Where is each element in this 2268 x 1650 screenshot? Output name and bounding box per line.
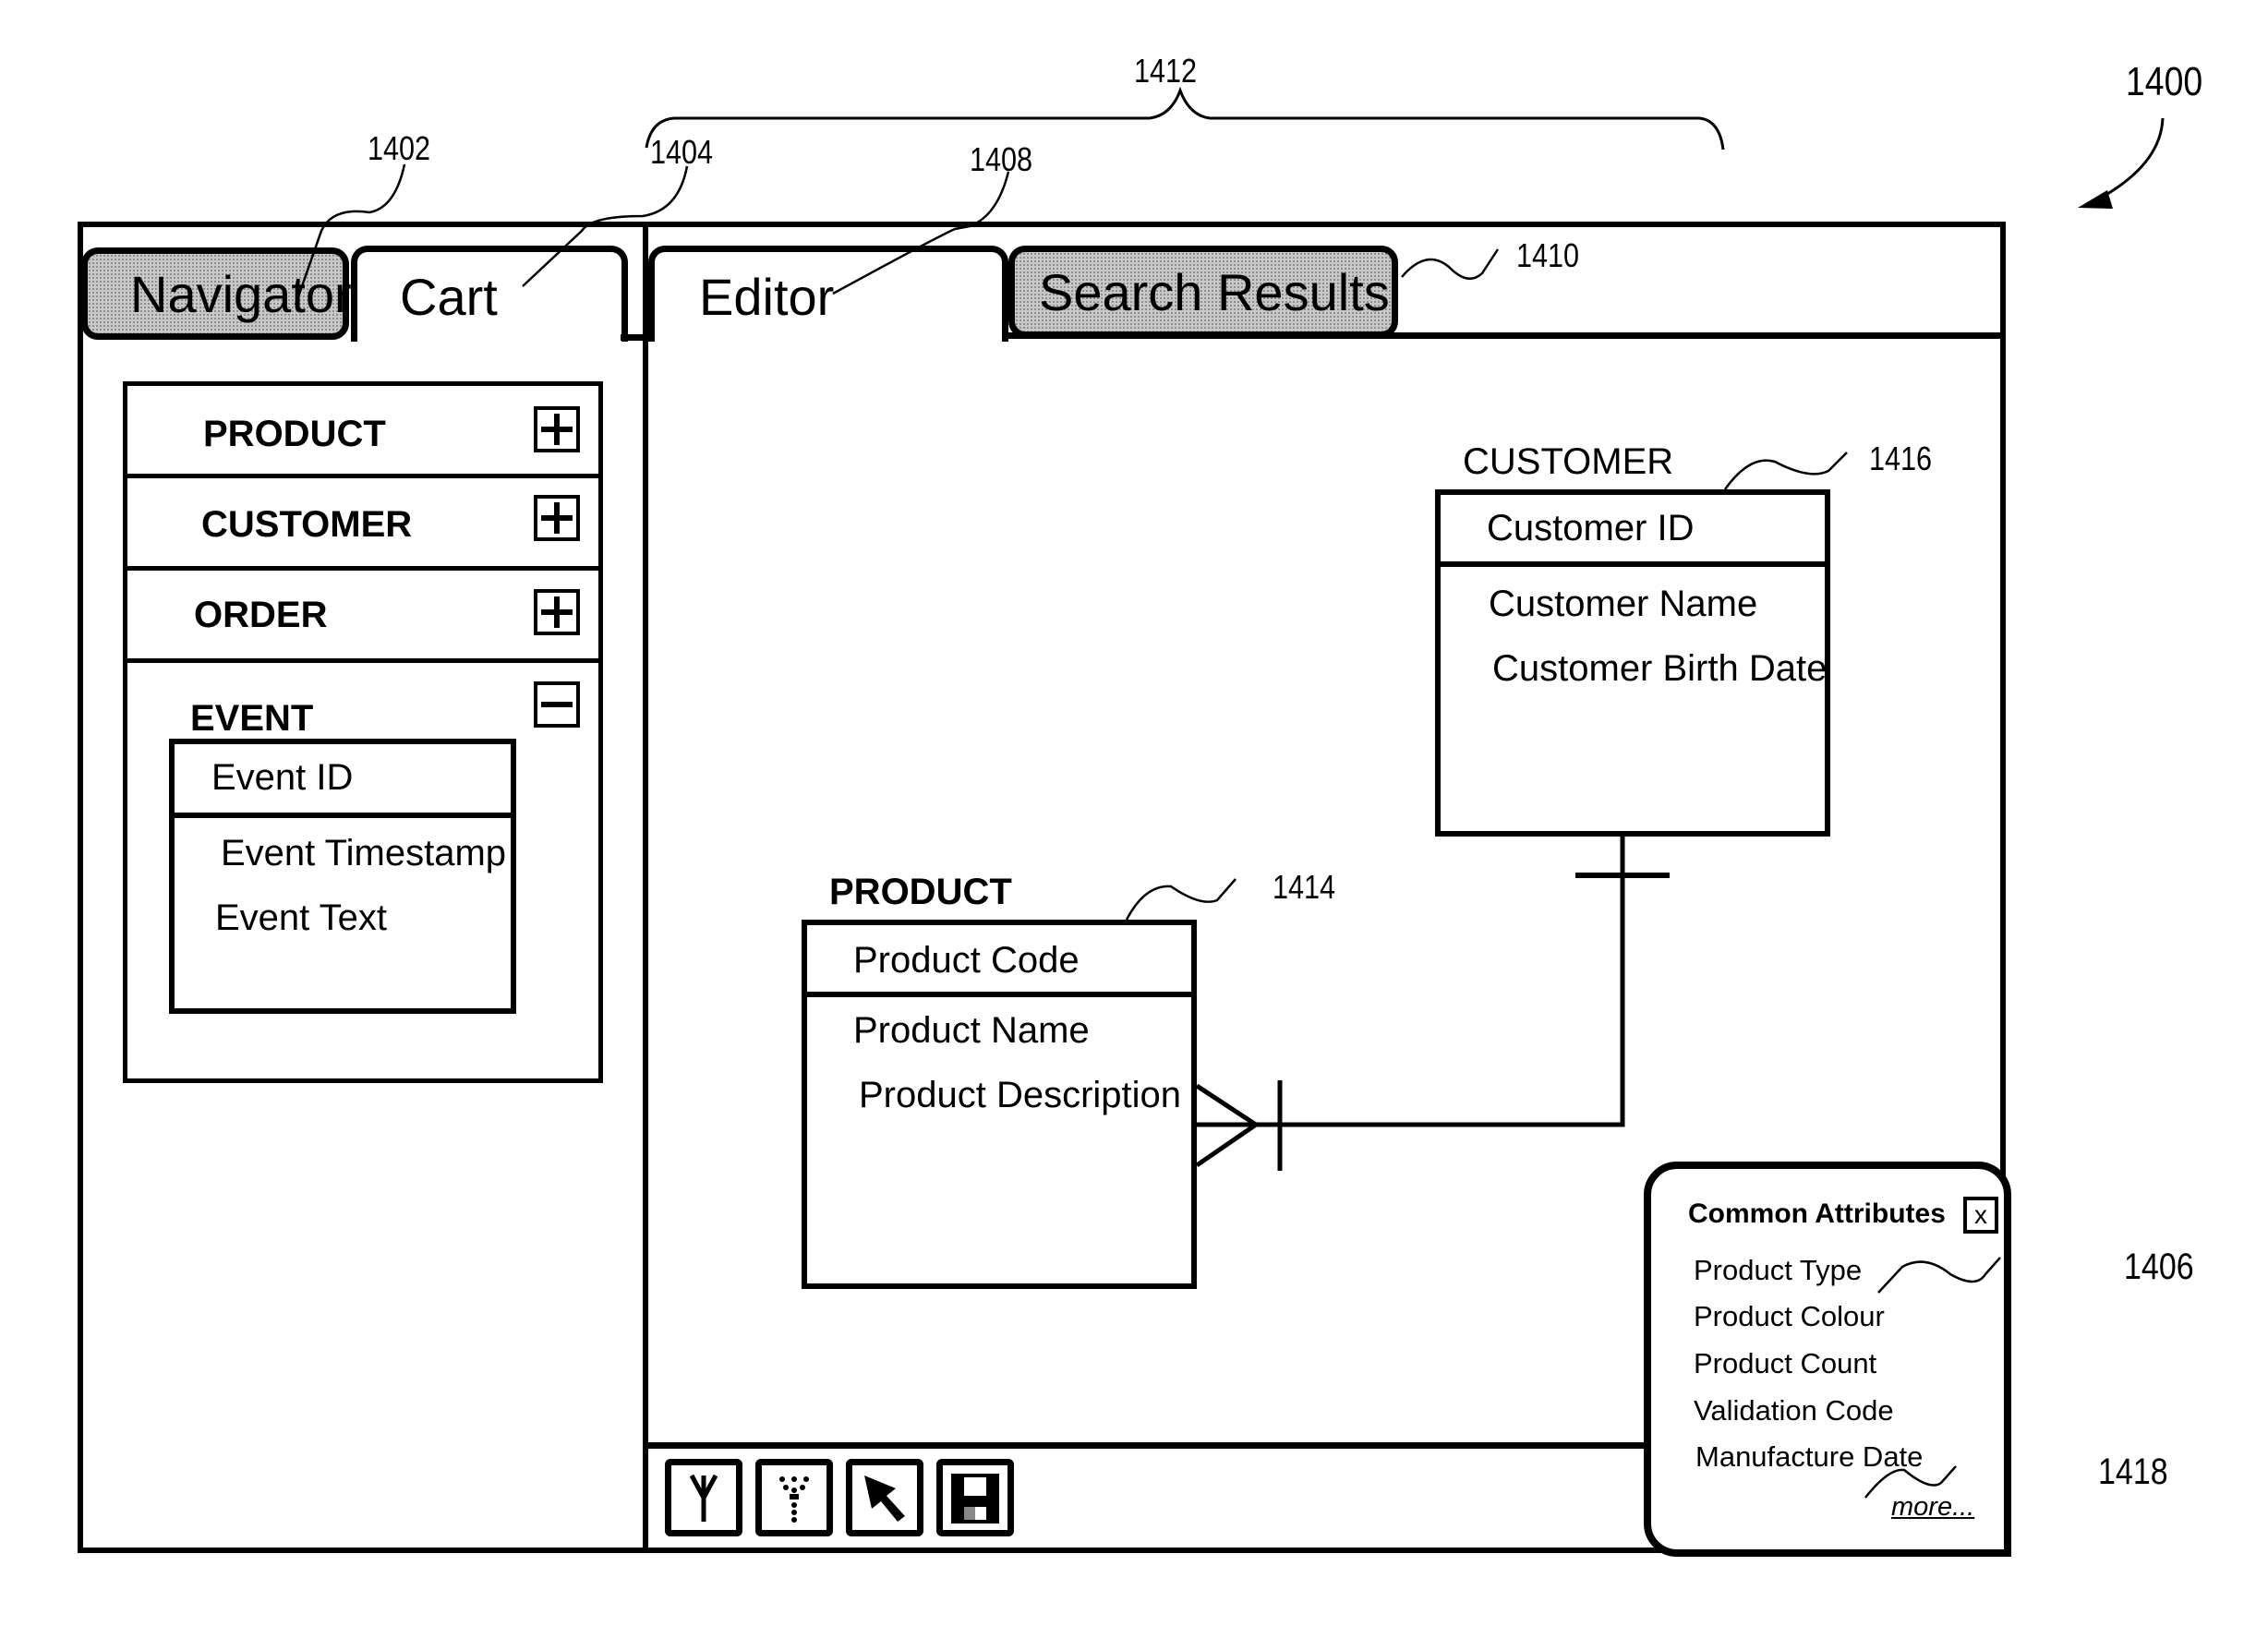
tab-cart-label: Cart — [400, 268, 498, 326]
minus-icon — [541, 702, 573, 707]
product-attribute: Product Name — [853, 1010, 1090, 1051]
expand-product-button[interactable] — [534, 406, 580, 452]
event-attribute: Event Timestamp — [221, 833, 507, 873]
tab-editor-label: Editor — [699, 268, 835, 326]
product-attribute: Product Description — [859, 1075, 1182, 1115]
common-attribute-item[interactable]: Manufacture Date — [1695, 1440, 1923, 1474]
tab-search-results-label: Search Results — [1039, 262, 1390, 321]
customer-key-row: Customer ID — [1441, 495, 1825, 567]
common-attributes-panel: Common Attributes x Product Type Product… — [1644, 1162, 2011, 1557]
select-pointer-button[interactable] — [846, 1459, 923, 1536]
ref-1408: 1408 — [970, 140, 1033, 178]
entity-row-customer[interactable]: CUSTOMER — [127, 478, 598, 571]
panel-divider[interactable] — [643, 224, 648, 1550]
customer-attribute: Customer Name — [1489, 584, 1758, 624]
entity-row-product[interactable]: PRODUCT — [127, 386, 598, 478]
ref-1402: 1402 — [368, 129, 431, 167]
toolbar-separator — [648, 1442, 1646, 1449]
collapse-event-button[interactable] — [534, 681, 580, 728]
product-entity-box[interactable]: Product Code Product Name Product Descri… — [802, 920, 1197, 1289]
filter-dotted-button[interactable] — [755, 1459, 833, 1536]
ref-1404: 1404 — [650, 133, 714, 171]
ref-1400: 1400 — [2126, 59, 2203, 104]
tab-editor[interactable]: Editor — [648, 246, 1008, 342]
entity-label: ORDER — [194, 595, 328, 635]
arrow-head-1400 — [2078, 190, 2113, 209]
expand-customer-button[interactable] — [534, 495, 580, 541]
close-icon: x — [1974, 1200, 1987, 1229]
entity-label: PRODUCT — [203, 414, 386, 454]
common-attribute-item[interactable]: Validation Code — [1694, 1394, 1894, 1427]
entity-label: EVENT — [190, 698, 314, 739]
common-attributes-title: Common Attributes — [1688, 1198, 1946, 1229]
event-attribute: Event Text — [215, 897, 388, 938]
tab-cart[interactable]: Cart — [351, 246, 628, 342]
event-entity-box[interactable]: Event ID Event Timestamp Event Text — [169, 739, 516, 1014]
entity-row-order[interactable]: ORDER — [127, 571, 598, 663]
brace-1412 — [645, 86, 1725, 151]
customer-entity-box[interactable]: Customer ID Customer Name Customer Birth… — [1435, 489, 1830, 837]
save-disk-icon — [951, 1474, 999, 1524]
common-attribute-item[interactable]: Product Count — [1694, 1347, 1876, 1380]
tab-navigator-label: Navigator — [130, 264, 352, 323]
pointer-arrow-icon — [864, 1475, 905, 1522]
common-attribute-item[interactable]: Product Type — [1694, 1254, 1862, 1287]
editor-tab-base — [1007, 332, 2006, 339]
plus-icon-bar — [554, 596, 560, 628]
product-key-row: Product Code — [807, 925, 1191, 997]
customer-attribute: Customer Birth Date — [1492, 648, 1828, 689]
ref-1412: 1412 — [1134, 52, 1198, 90]
close-button[interactable]: x — [1963, 1197, 1998, 1234]
ref-1406: 1406 — [2124, 1247, 2194, 1287]
tab-navigator[interactable]: Navigator — [81, 247, 352, 340]
filter-dotted-icon — [779, 1476, 809, 1523]
entity-row-event: EVENT Event ID Event Timestamp Event Tex… — [127, 663, 598, 1078]
common-attribute-item[interactable]: Product Colour — [1694, 1300, 1885, 1333]
tab-search-results[interactable]: Search Results — [1008, 246, 1398, 338]
ref-1418: 1418 — [2098, 1451, 2168, 1492]
save-button[interactable] — [936, 1459, 1014, 1536]
event-key-row: Event ID — [175, 744, 511, 818]
plus-icon-bar — [554, 502, 560, 534]
product-entity-title: PRODUCT — [829, 872, 1012, 912]
entity-label: CUSTOMER — [201, 504, 413, 545]
event-key-attribute: Event ID — [211, 757, 354, 798]
customer-key-attribute: Customer ID — [1487, 508, 1695, 548]
cart-entity-list: PRODUCT CUSTOMER ORDER EVENT Event ID Ev… — [123, 381, 603, 1083]
more-link[interactable]: more... — [1891, 1492, 1974, 1523]
filter-icon — [689, 1474, 718, 1522]
arrow-1400 — [2093, 117, 2165, 203]
cart-tab-base — [621, 334, 645, 341]
product-key-attribute: Product Code — [853, 940, 1080, 981]
filter-button[interactable] — [665, 1459, 742, 1536]
plus-icon-bar — [554, 414, 560, 445]
customer-entity-title: CUSTOMER — [1463, 441, 1674, 482]
expand-order-button[interactable] — [534, 589, 580, 635]
